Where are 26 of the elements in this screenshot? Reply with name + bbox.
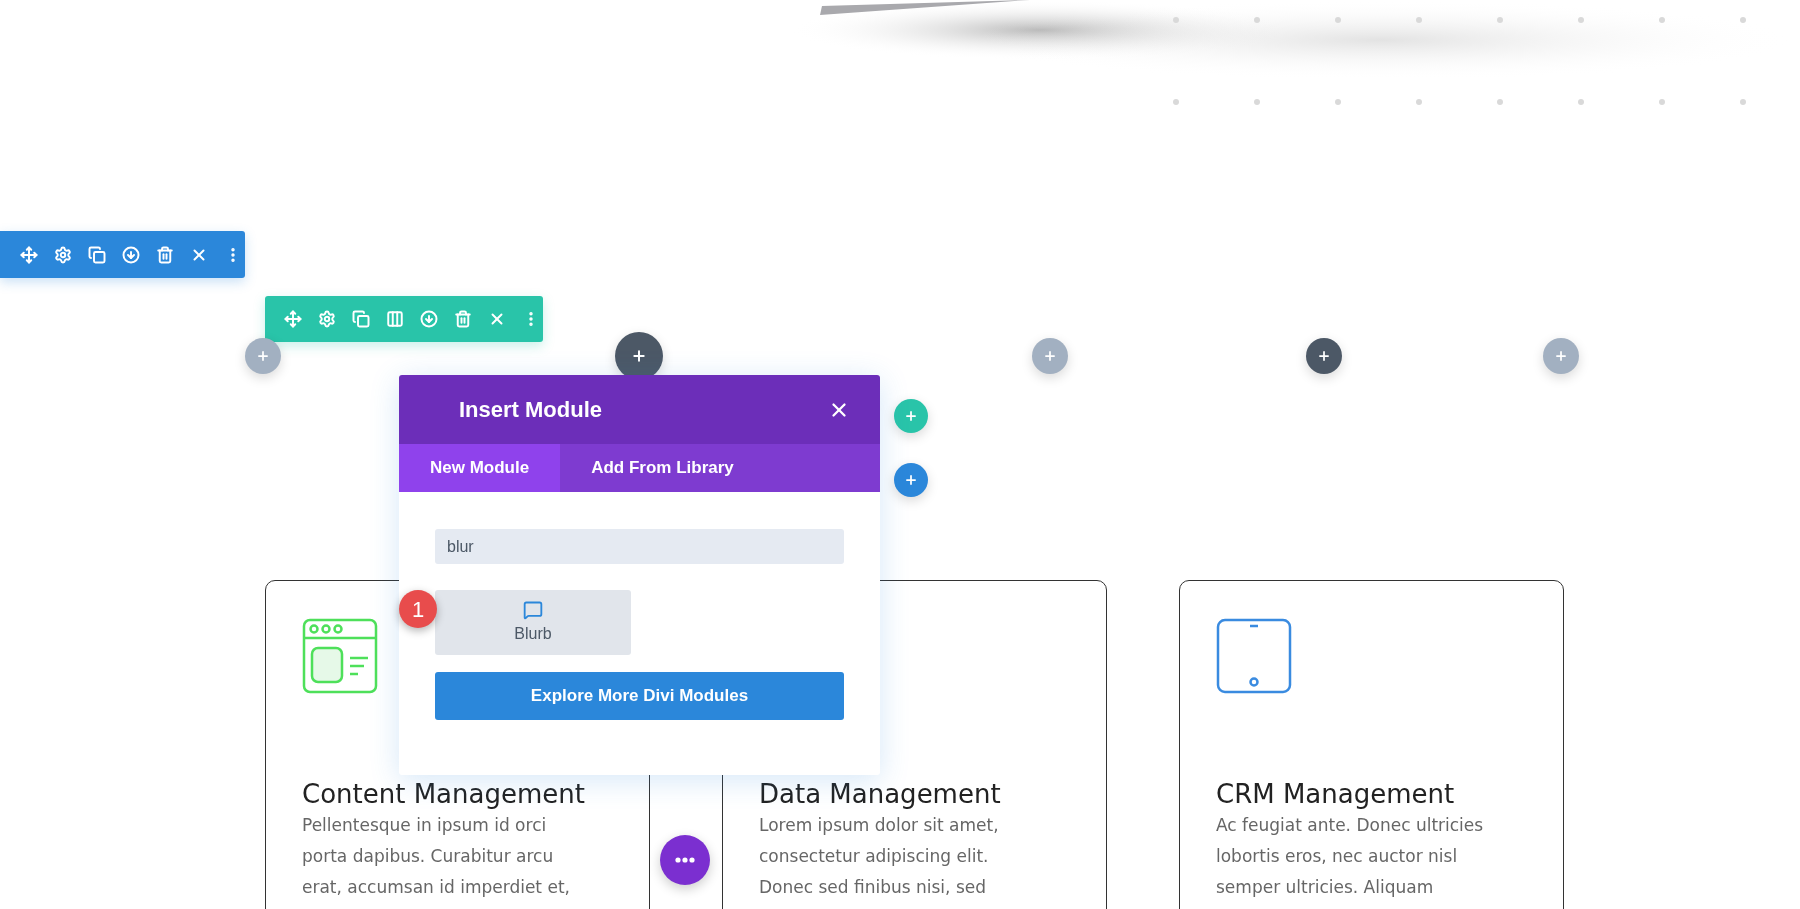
ellipsis-icon [675,857,695,863]
plus-icon [1043,349,1057,363]
more-options-button[interactable] [660,835,710,885]
add-row-button[interactable] [894,399,928,433]
plus-icon [256,349,270,363]
dialog-tab[interactable]: New Module [399,444,561,492]
plus-icon [904,409,918,423]
tablet-icon [1216,618,1292,694]
card-title: CRM Management [1216,778,1456,810]
browser-window-icon [302,618,378,694]
speech-bubble-icon [523,599,543,620]
plus-icon [1554,349,1568,363]
plus-icon [631,348,647,364]
card-title: Content Management [302,778,586,810]
plus-icon [904,473,918,487]
card-description: Lorem ipsum dolor sit amet, consectetur adipiscing elit. Donec sed finibus nisi, sed [759,814,1000,899]
explore-modules-button[interactable]: Explore More Divi Modules [435,672,844,720]
search-field[interactable]: blur [435,529,844,564]
card-title: Data Management [759,778,1002,810]
card-description: Ac feugiat ante. Donec ultricies lobortis eros, nec auctor nisl semper ultricies. Aliquam [1216,814,1485,899]
dialog-title: Insert Module [459,396,602,424]
plus-icon [1317,349,1331,363]
module-tile[interactable]: Blurb [435,590,631,655]
add-column-button[interactable] [1306,338,1342,374]
add-section-button[interactable] [894,463,928,497]
card-description: Pellentesque in ipsum id orci porta dapibus. Curabitur arcu erat, accumsan id imperdiet et, [302,814,571,899]
